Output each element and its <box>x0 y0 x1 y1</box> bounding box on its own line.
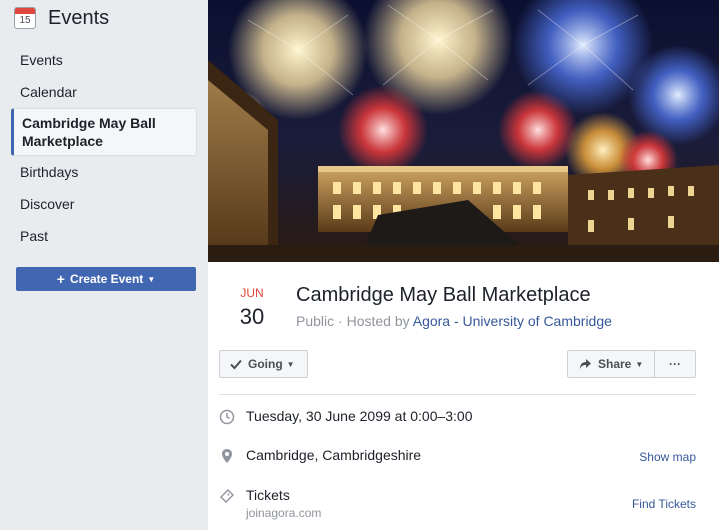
event-subtitle: Public · Hosted by Agora - University of… <box>296 313 612 329</box>
hosted-by-text: · Hosted by <box>334 313 413 329</box>
sidebar-item-birthdays[interactable]: Birthdays <box>0 156 207 188</box>
chevron-down-icon: ▼ <box>147 274 156 284</box>
find-tickets-link[interactable]: Find Tickets <box>632 497 696 511</box>
sidebar-item-discover[interactable]: Discover <box>0 188 207 220</box>
more-icon: ··· <box>669 357 681 371</box>
sidebar-item-cambridge-may-ball-marketplace[interactable]: Cambridge May Ball Marketplace <box>11 108 197 156</box>
going-label: Going <box>248 357 283 371</box>
fireworks-cover-image <box>208 0 719 262</box>
sidebar-item-calendar[interactable]: Calendar <box>0 76 207 108</box>
sidebar-nav: Events Calendar Cambridge May Ball Marke… <box>0 44 207 252</box>
event-date: JUN 30 <box>226 286 278 330</box>
event-location-row: Cambridge, Cambridgeshire Show map <box>219 447 696 464</box>
tickets-site[interactable]: joinagora.com <box>246 506 632 520</box>
create-event-button[interactable]: + Create Event ▼ <box>16 267 196 291</box>
share-button[interactable]: Share ▼ <box>567 350 655 378</box>
map-pin-icon <box>222 449 232 463</box>
event-month: JUN <box>240 286 264 300</box>
sidebar-item-past[interactable]: Past <box>0 220 207 252</box>
show-map-link[interactable]: Show map <box>639 450 696 464</box>
plus-icon: + <box>56 271 65 287</box>
create-event-label: Create Event <box>69 272 144 286</box>
event-time-row: Tuesday, 30 June 2099 at 0:00–3:00 <box>219 408 696 425</box>
chevron-down-icon: ▼ <box>286 359 295 369</box>
ticket-icon <box>220 489 234 503</box>
sidebar-header: 15 Events <box>14 4 109 32</box>
event-title: Cambridge May Ball Marketplace <box>296 284 591 306</box>
tickets-label: Tickets <box>246 487 290 503</box>
divider <box>219 394 696 395</box>
tickets-block: Tickets joinagora.com <box>246 487 632 520</box>
cover-photo[interactable] <box>208 0 719 262</box>
calendar-icon: 15 <box>14 7 36 29</box>
share-label: Share <box>598 357 632 371</box>
event-card: JUN 30 Cambridge May Ball Marketplace Pu… <box>208 0 719 530</box>
share-arrow-icon <box>580 359 591 369</box>
chevron-down-icon: ▼ <box>635 359 644 369</box>
event-privacy: Public <box>296 313 335 329</box>
event-datetime: Tuesday, 30 June 2099 at 0:00–3:00 <box>246 408 473 424</box>
event-location: Cambridge, Cambridgeshire <box>246 447 422 463</box>
event-tickets-row: Tickets joinagora.com Find Tickets <box>219 487 696 520</box>
sidebar-title: Events <box>48 6 110 29</box>
sidebar: 15 Events Events Calendar Cambridge May … <box>0 0 207 530</box>
check-icon <box>230 359 242 370</box>
event-day: 30 <box>239 304 265 329</box>
going-button[interactable]: Going ▼ <box>219 350 308 378</box>
more-options-button[interactable]: ··· <box>654 350 696 378</box>
sidebar-item-events[interactable]: Events <box>0 44 207 76</box>
clock-icon <box>219 409 235 425</box>
event-host-link[interactable]: Agora - University of Cambridge <box>413 313 612 329</box>
